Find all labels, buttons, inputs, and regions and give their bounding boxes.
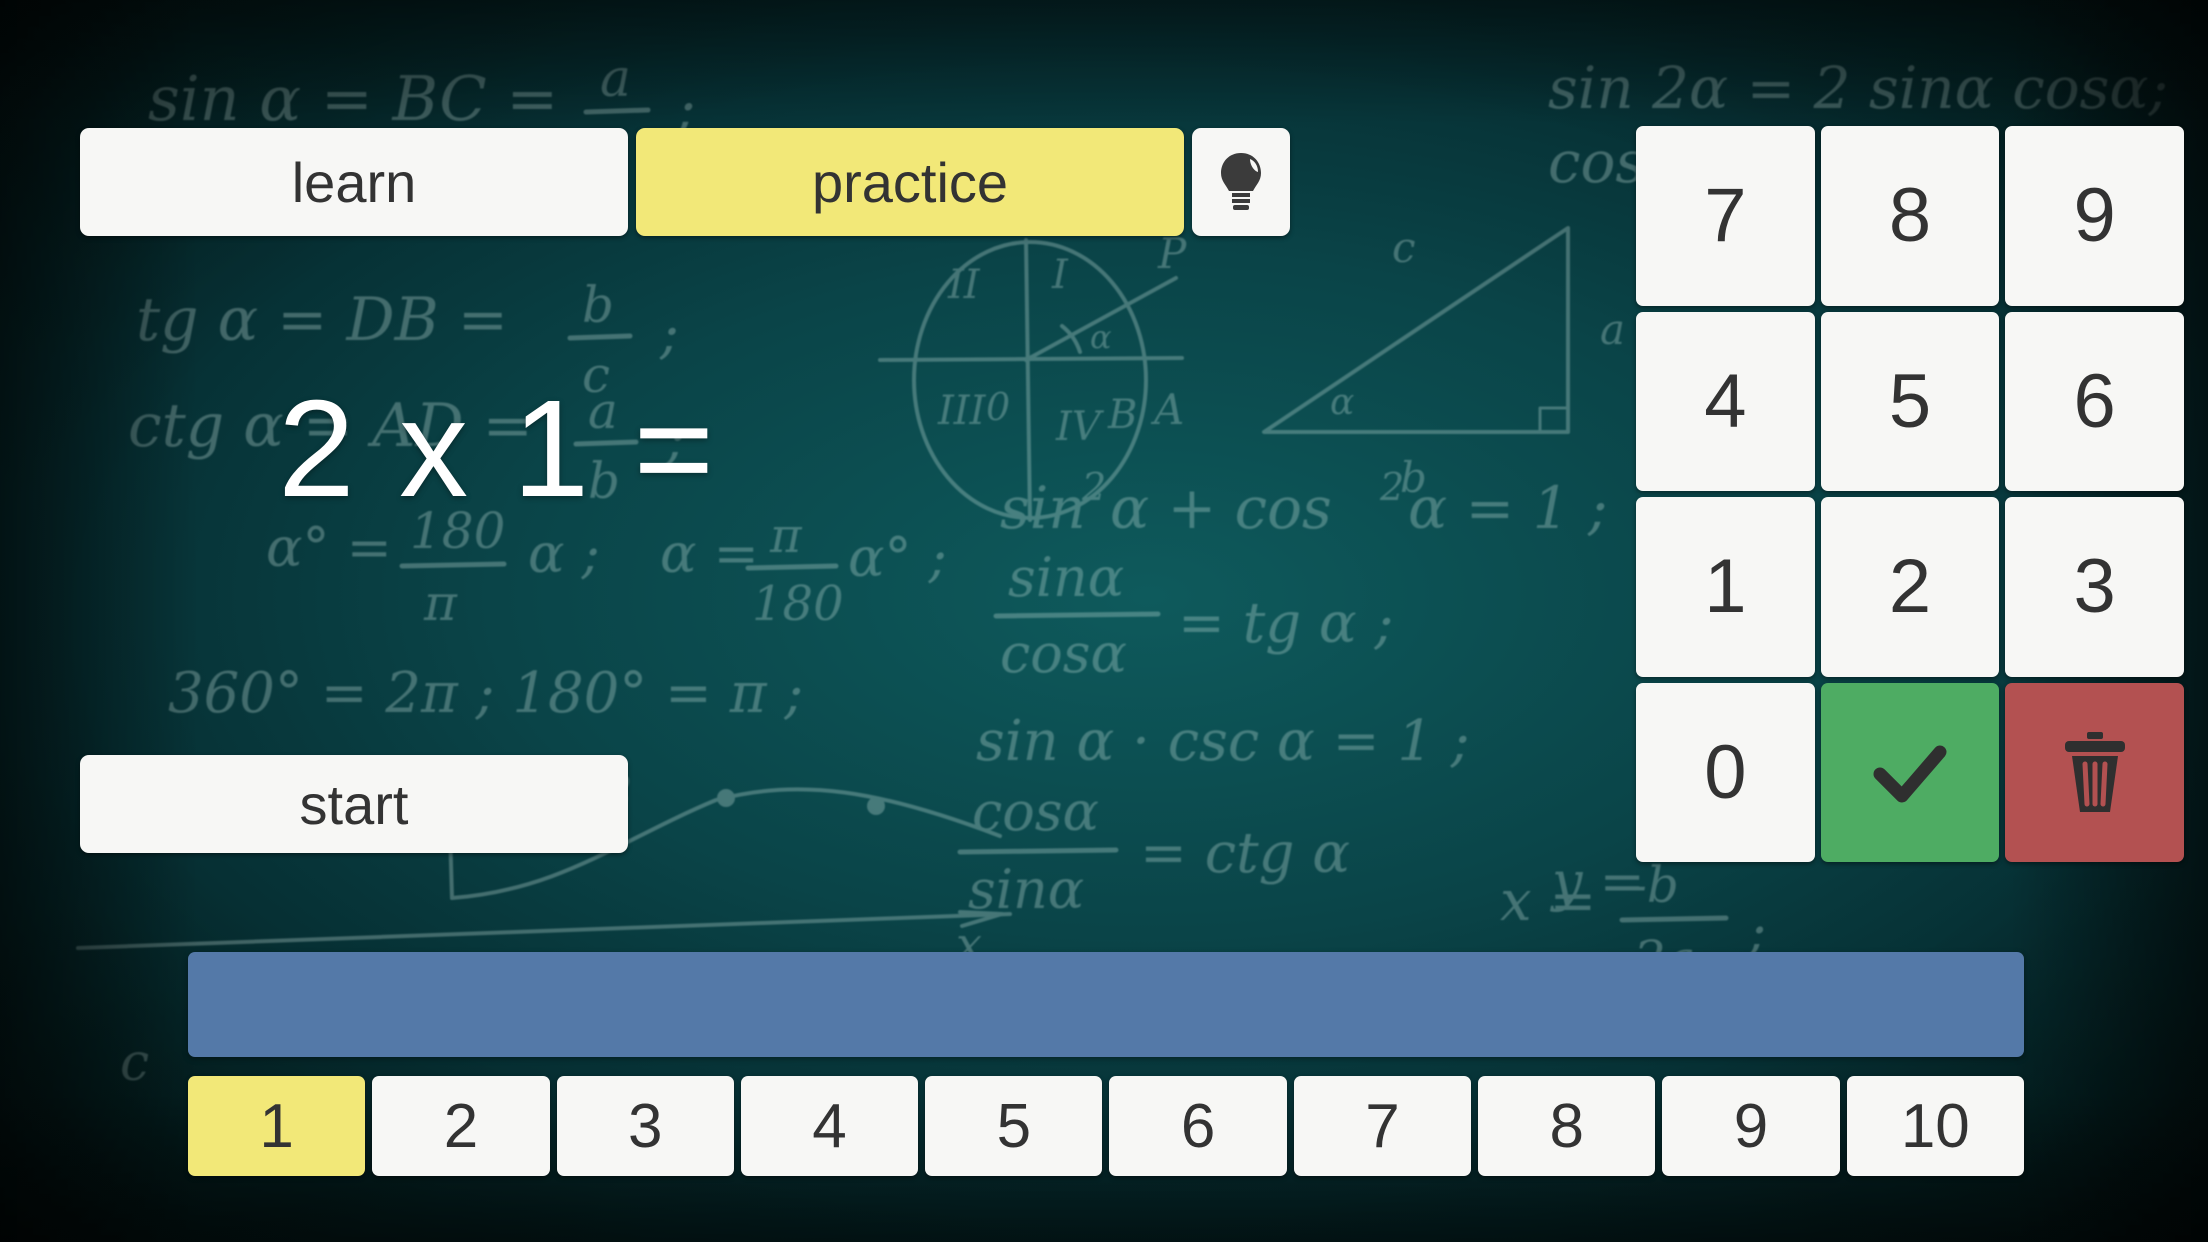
level-button-2[interactable]: 2	[372, 1076, 550, 1176]
equation-display: 2 x 1 =	[278, 372, 718, 526]
hint-button[interactable]	[1192, 128, 1290, 236]
keypad-key-7[interactable]: 7	[1636, 126, 1815, 306]
keypad-key-8[interactable]: 8	[1820, 126, 2000, 306]
keypad-clear-button[interactable]	[2005, 682, 2184, 862]
mode-bar: learn practice	[80, 128, 1290, 236]
lightbulb-icon	[1221, 153, 1261, 210]
learn-tab-button[interactable]: learn	[80, 128, 628, 236]
level-button-6[interactable]: 6	[1109, 1076, 1287, 1176]
level-button-7[interactable]: 7	[1293, 1076, 1472, 1176]
keypad-key-9[interactable]: 9	[2005, 126, 2184, 306]
check-icon	[1873, 745, 1947, 803]
level-button-3[interactable]: 3	[556, 1076, 734, 1176]
start-button[interactable]: start	[80, 755, 628, 853]
level-button-1[interactable]: 1	[188, 1076, 366, 1176]
practice-tab-button[interactable]: practice	[636, 128, 1184, 236]
keypad-key-3[interactable]: 3	[2005, 497, 2184, 677]
trash-icon	[2064, 732, 2125, 813]
level-button-9[interactable]: 9	[1662, 1076, 1840, 1176]
level-button-8[interactable]: 8	[1478, 1076, 1656, 1176]
app-root: sin α = BC = a c ; sin 2α = 2 sinα cosα;…	[0, 0, 2208, 1242]
keypad-confirm-button[interactable]	[1820, 682, 2000, 862]
progress-bar	[188, 952, 2024, 1057]
level-button-5[interactable]: 5	[925, 1076, 1103, 1176]
numeric-keypad: 7 8 9 4 5 6 1 2 3 0	[1636, 126, 2184, 862]
level-selector: 1 2 3 4 5 6 7 8 9 10	[188, 1076, 2024, 1176]
keypad-key-4[interactable]: 4	[1636, 311, 1815, 491]
level-button-10[interactable]: 10	[1846, 1076, 2024, 1176]
keypad-key-2[interactable]: 2	[1820, 497, 2000, 677]
level-button-4[interactable]: 4	[740, 1076, 919, 1176]
keypad-key-0[interactable]: 0	[1636, 682, 1815, 862]
keypad-key-1[interactable]: 1	[1636, 497, 1815, 677]
keypad-key-5[interactable]: 5	[1820, 311, 2000, 491]
keypad-key-6[interactable]: 6	[2005, 311, 2184, 491]
